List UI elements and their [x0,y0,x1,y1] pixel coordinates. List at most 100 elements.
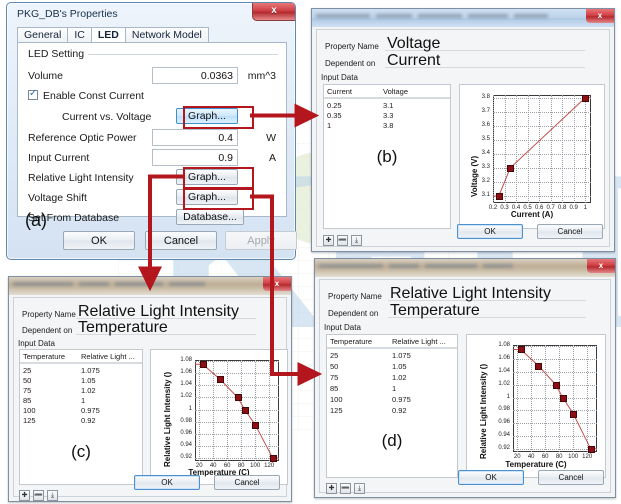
add-row-icon[interactable]: ✚ [326,483,337,494]
table-row[interactable]: 25 [20,366,31,376]
close-icon[interactable]: x [586,9,614,23]
table-row[interactable]: 85 [327,384,338,394]
window-title: PKG_DB's Properties [17,8,118,20]
table-row[interactable]: 50 [327,362,338,372]
add-row-icon[interactable]: ✚ [323,235,334,246]
table-row[interactable]: 100 [327,395,343,405]
database-button[interactable]: Database... [176,209,244,225]
graph-button-relative-light-intensity[interactable]: Graph... [176,169,238,185]
close-icon[interactable]: x [252,3,295,21]
data-point-marker [507,164,515,172]
y-tick-label: 1.06 [498,355,510,362]
titlebar-panel-c: x [9,277,291,295]
data-point-marker [217,376,225,384]
table-row[interactable]: 0.92 [78,416,96,426]
data-point-marker [241,406,249,414]
import-icon[interactable]: ⤓ [351,235,362,246]
graph-dialog-rli-d[interactable]: x Property Name Relative Light Intensity… [314,258,616,498]
remove-row-icon[interactable]: ➖ [340,483,351,494]
value-dependent-on[interactable]: Current [385,53,585,69]
dialog-buttons-panel-b: OK Cancel [457,224,603,240]
input-data-table-b[interactable]: Current Voltage 0.25 3.1 0.35 3.3 1 3.8 … [323,84,451,229]
import-icon[interactable]: ⤓ [354,483,365,494]
label-input-data: Input Data [324,323,361,332]
table-row[interactable]: 0.92 [389,406,407,416]
chart-d: 20 40 60 80 100 120 0.92 0.94 0.96 0.98 1 1.02 1.04 1… [498,342,597,460]
unit-input-current: A [268,152,276,164]
table-row[interactable]: 1 [324,121,331,131]
ok-button[interactable]: OK [63,231,135,250]
table-row[interactable]: 75 [20,386,31,396]
import-icon[interactable]: ⤓ [47,490,58,501]
table-row[interactable]: 1.075 [78,366,100,376]
input-data-table-d[interactable]: Temperature Relative Light ... 25 1.075 … [326,334,458,478]
volume-input[interactable]: 0.0363 [152,67,238,84]
data-point-marker [234,394,242,402]
table-row[interactable]: 0.975 [389,395,411,405]
y-axis-label-c: Relative Light Intensity () [163,371,172,467]
table-row[interactable]: 1.075 [389,351,411,361]
table-row[interactable]: 1 [389,384,396,394]
graph-button-current-vs-voltage[interactable]: Graph... [176,108,238,124]
table-row[interactable]: 100 [20,406,36,416]
graph-dialog-voltage[interactable]: x Property Name Voltage Dependent on Cur… [311,8,615,252]
ok-button[interactable]: OK [457,224,523,239]
table-row[interactable]: 1.05 [78,376,96,386]
value-property-name[interactable]: Relative Light Intensity [76,304,256,320]
table-row[interactable]: 85 [20,396,31,406]
table-row[interactable]: 1.02 [389,373,407,383]
table-header-divider [20,363,142,364]
value-property-name[interactable]: Relative Light Intensity [388,286,586,302]
table-row[interactable]: 0.25 [324,101,342,111]
value-dependent-on[interactable]: Temperature [388,303,586,319]
table-row[interactable]: 1 [78,396,85,406]
properties-dialog[interactable]: PKG_DB's Properties x General IC LED Net… [6,2,297,260]
ok-button[interactable]: OK [458,470,524,485]
y-tick-label: 3.5 [481,135,490,142]
table-row[interactable]: 3.8 [380,121,393,131]
value-dependent-on[interactable]: Temperature [76,320,256,336]
tab-general[interactable]: General [17,27,69,43]
data-point-marker [552,381,560,389]
table-row[interactable]: 125 [20,416,36,426]
table-row[interactable]: 0.35 [324,111,342,121]
table-row[interactable]: 1.02 [78,386,96,396]
label-dependent-on: Dependent on [325,59,376,68]
table-row[interactable]: 0.975 [78,406,100,416]
ok-button[interactable]: OK [134,475,200,490]
remove-row-icon[interactable]: ➖ [33,490,44,501]
close-icon[interactable]: x [587,259,615,273]
tab-ic[interactable]: IC [67,27,92,43]
table-row[interactable]: 50 [20,376,31,386]
value-property-name[interactable]: Voltage [385,36,585,52]
caption-c: (c) [71,442,91,461]
series-line [493,97,591,197]
table-row[interactable]: 3.1 [380,101,393,111]
cancel-button[interactable]: Cancel [538,470,604,485]
tab-network-model[interactable]: Network Model [124,27,209,43]
remove-row-icon[interactable]: ➖ [337,235,348,246]
tab-led[interactable]: LED [90,27,126,43]
table-row[interactable]: 3.3 [380,111,393,121]
data-point-marker [582,94,590,102]
row-enable-const-current[interactable]: Enable Const Current [28,87,278,106]
input-current-input[interactable]: 0.9 [152,149,238,166]
data-point-marker [269,454,277,462]
group-divider [88,54,278,55]
graph-dialog-rli-c[interactable]: x Property Name Relative Light Intensity… [8,276,292,502]
cancel-button[interactable]: Cancel [537,224,603,239]
table-row[interactable]: 25 [327,351,338,361]
reference-optic-power-input[interactable]: 0.4 [152,129,238,146]
y-axis-label-d: Relative Light Intensity () [479,363,488,459]
cancel-button[interactable]: Cancel [214,475,280,490]
input-data-table-c[interactable]: Temperature Relative Light ... 25 1.075 … [19,349,143,485]
graph-button-voltage-shift[interactable]: Graph... [176,189,238,205]
table-row[interactable]: 1.05 [389,362,407,372]
table-row[interactable]: 75 [327,373,338,383]
label-input-data: Input Data [321,73,358,82]
cancel-button[interactable]: Cancel [145,231,217,250]
close-icon[interactable]: x [263,277,291,291]
table-row[interactable]: 125 [327,406,343,416]
add-row-icon[interactable]: ✚ [19,490,30,501]
checkbox-enable-const-current[interactable] [28,88,38,100]
